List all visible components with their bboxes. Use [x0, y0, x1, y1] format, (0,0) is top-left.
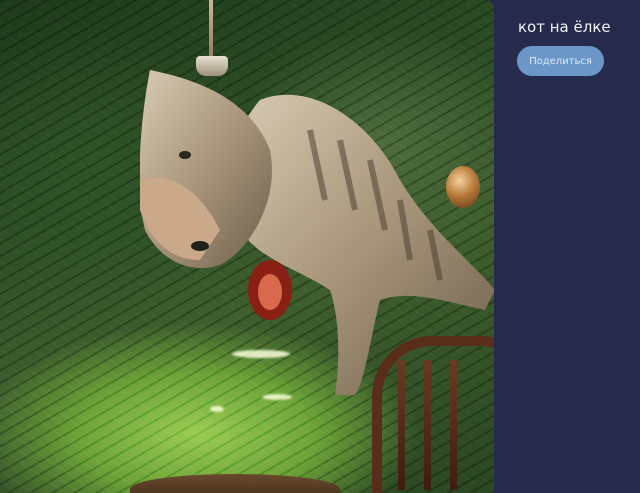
- chair-back: [372, 336, 494, 493]
- chair-slat: [424, 360, 431, 490]
- light-reflection: [232, 350, 290, 358]
- post-image[interactable]: [0, 0, 494, 493]
- app-window: кот на ёлке Поделиться: [0, 0, 640, 493]
- chair-slat: [398, 360, 405, 490]
- share-button[interactable]: Поделиться: [517, 46, 604, 76]
- chair-slat: [450, 360, 457, 490]
- post-sidebar: кот на ёлке Поделиться: [494, 0, 640, 493]
- light-reflection: [262, 394, 292, 400]
- light-reflection: [210, 406, 224, 412]
- post-caption: кот на ёлке: [518, 18, 611, 36]
